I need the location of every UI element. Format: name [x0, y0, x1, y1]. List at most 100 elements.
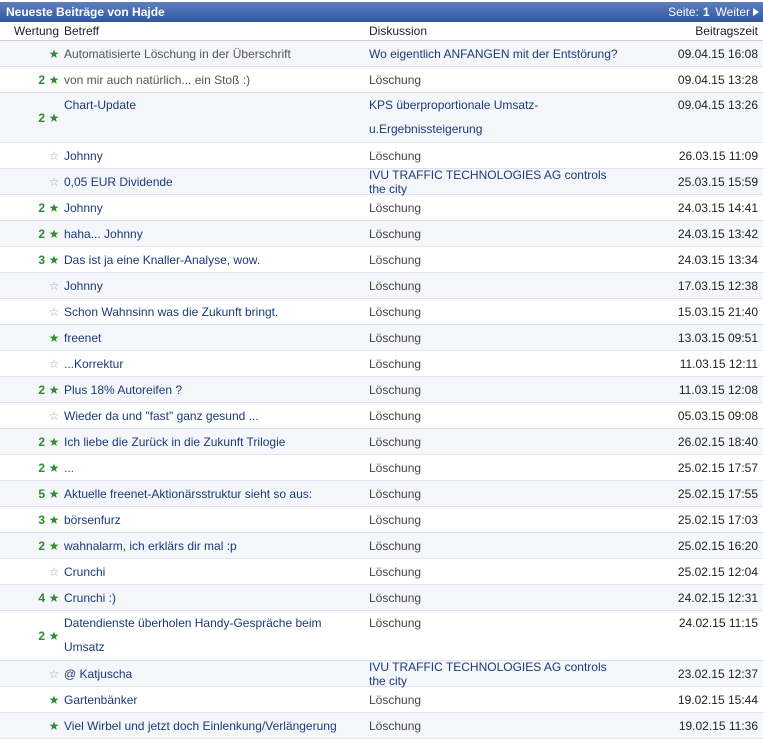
subject-link[interactable]: haha... Johnny [62, 227, 365, 241]
discussion-link[interactable]: Löschung [365, 539, 623, 553]
posts-header-bar: Neueste Beiträge von Hajde Seite: 1 Weit… [0, 2, 763, 22]
star-icon[interactable]: ★ [48, 693, 60, 707]
discussion-link[interactable]: Löschung [365, 513, 623, 527]
column-discussion[interactable]: Diskussion [365, 24, 623, 38]
subject-link[interactable]: Wieder da und "fast" ganz gesund ... [62, 409, 365, 423]
page-number[interactable]: 1 [703, 5, 710, 19]
subject-link[interactable]: @ Katjuscha [62, 667, 365, 681]
star-icon[interactable]: ★ [48, 111, 60, 125]
star-icon[interactable]: ☆ [48, 305, 60, 319]
star-icon[interactable]: ★ [48, 73, 60, 87]
star-icon[interactable]: ★ [48, 435, 60, 449]
star-icon[interactable]: ☆ [48, 175, 60, 189]
table-row: 4 ★ Crunchi :) Löschung 24.02.15 12:31 [0, 585, 763, 611]
rating-cell: ☆ [0, 357, 62, 371]
table-row: ★ Gartenbänker Löschung 19.02.15 15:44 [0, 687, 763, 713]
star-icon[interactable]: ★ [48, 47, 60, 61]
subject-link[interactable]: Johnny [62, 279, 365, 293]
discussion-link[interactable]: IVU TRAFFIC TECHNOLOGIES AG controls the… [365, 168, 623, 196]
discussion-link[interactable]: Löschung [365, 719, 623, 733]
star-icon[interactable]: ★ [48, 253, 60, 267]
discussion-link[interactable]: Löschung [365, 693, 623, 707]
subject-link[interactable]: Johnny [62, 149, 365, 163]
star-icon[interactable]: ☆ [48, 149, 60, 163]
discussion-link[interactable]: Löschung [365, 383, 623, 397]
post-time: 19.02.15 15:44 [677, 692, 758, 707]
star-icon[interactable]: ★ [48, 629, 60, 643]
discussion-link[interactable]: IVU TRAFFIC TECHNOLOGIES AG controls the… [365, 660, 623, 688]
post-time: 25.02.15 17:03 [677, 512, 758, 527]
star-icon[interactable]: ☆ [48, 357, 60, 371]
star-icon[interactable]: ☆ [48, 667, 60, 681]
subject-link[interactable]: Chart-Update [62, 93, 365, 117]
next-link[interactable]: Weiter [716, 5, 750, 19]
subject-link[interactable]: Johnny [62, 201, 365, 215]
discussion-link[interactable]: Löschung [365, 357, 623, 371]
subject-link[interactable]: Aktuelle freenet-Aktionärsstruktur sieht… [62, 487, 365, 501]
discussion-link[interactable]: Löschung [365, 201, 623, 215]
star-icon[interactable]: ★ [48, 487, 60, 501]
post-time: 23.02.15 12:37 [677, 666, 758, 681]
subject-link[interactable]: Datendienste überholen Handy-Gespräche b… [62, 611, 365, 659]
column-rating[interactable]: Wertung [0, 24, 62, 38]
table-row: ☆ Wieder da und "fast" ganz gesund ... Lös… [0, 403, 763, 429]
discussion-link[interactable]: Löschung [365, 253, 623, 267]
subject-link[interactable]: Crunchi [62, 565, 365, 579]
star-icon[interactable]: ★ [48, 513, 60, 527]
star-icon[interactable]: ★ [48, 201, 60, 215]
table-row: 2 ★ Datendienste überholen Handy-Gespräche… [0, 611, 763, 661]
discussion-link[interactable]: Löschung [365, 149, 623, 163]
subject-link[interactable]: freenet [62, 331, 365, 345]
discussion-link[interactable]: Löschung [365, 487, 623, 501]
subject-link[interactable]: Gartenbänker [62, 693, 365, 707]
post-time: 09.04.15 13:28 [677, 72, 758, 87]
table-row: 2 ★ von mir auch natürlich... ein Stoß :) L… [0, 67, 763, 93]
subject-link[interactable]: ... [62, 461, 365, 475]
rating-cell: 2 ★ [0, 383, 62, 397]
subject-link[interactable]: Automatisierte Löschung in der Überschri… [62, 47, 365, 61]
star-icon[interactable]: ★ [48, 331, 60, 345]
discussion-link[interactable]: Löschung [365, 591, 623, 605]
star-icon[interactable]: ★ [48, 383, 60, 397]
rating-cell: 2 ★ [0, 539, 62, 553]
subject-link[interactable]: 0,05 EUR Dividende [62, 175, 365, 189]
subject-link[interactable]: Plus 18% Autoreifen ? [62, 383, 365, 397]
star-icon[interactable]: ★ [48, 591, 60, 605]
subject-link[interactable]: Viel Wirbel und jetzt doch Einlenkung/Ve… [62, 719, 365, 733]
discussion-link[interactable]: KPS überproportionale Umsatz-u.Ergebniss… [365, 93, 623, 141]
discussion-link[interactable]: Löschung [365, 435, 623, 449]
star-icon[interactable]: ★ [48, 719, 60, 733]
discussion-link[interactable]: Löschung [365, 279, 623, 293]
star-icon[interactable]: ★ [48, 227, 60, 241]
star-icon[interactable]: ☆ [48, 565, 60, 579]
subject-link[interactable]: börsenfurz [62, 513, 365, 527]
subject-link[interactable]: Ich liebe die Zurück in die Zukunft Tril… [62, 435, 365, 449]
discussion-link[interactable]: Löschung [365, 611, 623, 635]
rating-cell: ☆ [0, 667, 62, 681]
subject-link[interactable]: Schon Wahnsinn was die Zukunft bringt. [62, 305, 365, 319]
discussion-link[interactable]: Löschung [365, 73, 623, 87]
discussion-link[interactable]: Löschung [365, 565, 623, 579]
discussion-link[interactable]: Löschung [365, 409, 623, 423]
subject-link[interactable]: wahnalarm, ich erklärs dir mal :p [62, 539, 365, 553]
star-icon[interactable]: ☆ [48, 409, 60, 423]
subject-link[interactable]: Crunchi :) [62, 591, 365, 605]
table-row: 3 ★ Das ist ja eine Knaller-Analyse, wow. L… [0, 247, 763, 273]
star-icon[interactable]: ☆ [48, 279, 60, 293]
rating-count: 2 [38, 226, 45, 241]
rating-count: 3 [38, 252, 45, 267]
discussion-link[interactable]: Löschung [365, 461, 623, 475]
discussion-link[interactable]: Löschung [365, 305, 623, 319]
subject-link[interactable]: von mir auch natürlich... ein Stoß :) [62, 73, 365, 87]
discussion-link[interactable]: Löschung [365, 227, 623, 241]
next-arrow-icon[interactable] [753, 8, 759, 16]
column-time[interactable]: Beitragszeit [623, 24, 763, 38]
star-icon[interactable]: ★ [48, 461, 60, 475]
star-icon[interactable]: ★ [48, 539, 60, 553]
column-subject[interactable]: Betreff [62, 24, 365, 38]
discussion-link[interactable]: Löschung [365, 331, 623, 345]
post-time: 25.03.15 15:59 [677, 174, 758, 189]
subject-link[interactable]: ...Korrektur [62, 357, 365, 371]
subject-link[interactable]: Das ist ja eine Knaller-Analyse, wow. [62, 253, 365, 267]
discussion-link[interactable]: Wo eigentlich ANFANGEN mit der Entstörun… [365, 47, 623, 61]
